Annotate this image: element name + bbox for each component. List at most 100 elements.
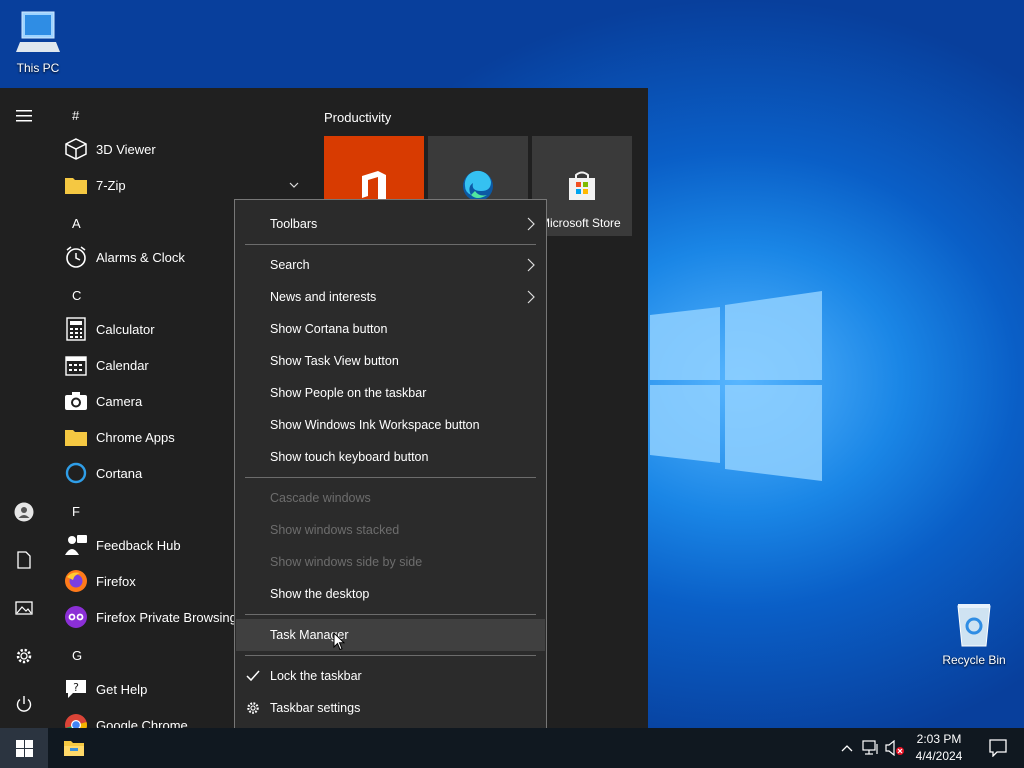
network-tray-button[interactable] — [861, 738, 881, 758]
menu-item-news-and-interests[interactable]: News and interests — [236, 281, 545, 313]
menu-separator — [245, 655, 536, 656]
taskbar-file-explorer[interactable] — [50, 728, 98, 768]
menu-item-label: Show windows stacked — [270, 523, 400, 537]
file-explorer-icon — [64, 741, 84, 756]
notification-icon — [989, 739, 1007, 757]
app-name: Chrome Apps — [96, 429, 175, 445]
user-icon — [14, 502, 34, 522]
pictures-icon — [15, 601, 33, 615]
power-icon — [16, 696, 32, 712]
app-item-3d-viewer[interactable]: 3D Viewer — [62, 131, 302, 167]
letter-header[interactable]: G — [72, 648, 82, 663]
app-name: 3D Viewer — [96, 141, 156, 157]
app-name: Camera — [96, 393, 143, 409]
network-icon — [862, 740, 878, 755]
menu-item-label: Taskbar settings — [270, 701, 361, 715]
cortana-icon — [62, 459, 90, 487]
tile-group-title: Productivity — [324, 110, 392, 125]
document-icon — [17, 551, 31, 569]
menu-item-show-touch-keyboard[interactable]: Show touch keyboard button — [236, 441, 545, 473]
feedback-hub-icon — [62, 531, 90, 559]
app-name: 7-Zip — [96, 177, 126, 193]
menu-item-label: Show Windows Ink Workspace button — [270, 418, 480, 432]
letter-header[interactable]: A — [72, 216, 81, 231]
menu-item-search[interactable]: Search — [236, 249, 545, 281]
chevron-right-icon — [527, 258, 535, 272]
chevron-right-icon — [527, 217, 535, 231]
show-hidden-icons-button[interactable] — [837, 738, 857, 758]
gear-icon — [247, 702, 259, 714]
app-name: Cortana — [96, 465, 143, 481]
power-button[interactable] — [0, 684, 48, 724]
app-name: Calendar — [96, 357, 149, 373]
menu-item-label: Cascade windows — [270, 491, 371, 505]
menu-separator — [245, 614, 536, 615]
desktop-icon-label: Recycle Bin — [942, 653, 1006, 667]
volume-muted-icon — [885, 740, 904, 756]
get-help-icon: ? — [62, 675, 90, 703]
firefox-private-icon — [62, 603, 90, 631]
letter-header[interactable]: # — [72, 108, 79, 123]
menu-item-toolbars[interactable]: Toolbars — [236, 208, 545, 240]
desktop-icon-label: This PC — [16, 61, 60, 75]
app-name: Firefox — [96, 573, 136, 589]
clock-time: 2:03 PM — [916, 732, 962, 746]
windows-logo-icon — [15, 739, 33, 757]
menu-item-label: Show Task View button — [270, 354, 399, 368]
computer-icon — [16, 11, 60, 52]
volume-tray-button[interactable] — [885, 738, 905, 758]
menu-item-label: Search — [270, 258, 310, 272]
menu-item-taskbar-settings[interactable]: Taskbar settings — [236, 692, 545, 724]
firefox-icon — [62, 567, 90, 595]
store-icon — [569, 171, 595, 200]
clock-date: 4/4/2024 — [915, 749, 963, 763]
chrome-icon — [62, 711, 90, 728]
expand-menu-button[interactable] — [0, 96, 48, 136]
user-account-button[interactable] — [0, 492, 48, 532]
app-name: Get Help — [96, 681, 148, 697]
app-name: Alarms & Clock — [96, 249, 185, 265]
desktop-icon-recycle-bin[interactable]: Recycle Bin — [936, 600, 1012, 667]
settings-button[interactable] — [0, 636, 48, 676]
menu-item-label: Show touch keyboard button — [270, 450, 429, 464]
gear-icon — [16, 648, 32, 664]
app-name: Calculator — [96, 321, 155, 337]
pictures-button[interactable] — [0, 588, 48, 628]
menu-item-show-windows-stacked: Show windows stacked — [236, 514, 545, 546]
taskbar: 2:03 PM 4/4/2024 — [0, 728, 1024, 768]
letter-header[interactable]: F — [72, 504, 80, 519]
desktop-icon-this-pc[interactable]: This PC — [0, 8, 76, 75]
hamburger-icon — [16, 110, 32, 122]
menu-item-label: Show People on the taskbar — [270, 386, 427, 400]
chevron-up-icon — [841, 745, 853, 752]
start-rail — [0, 88, 48, 728]
documents-button[interactable] — [0, 540, 48, 580]
menu-item-cascade-windows: Cascade windows — [236, 482, 545, 514]
taskbar-clock[interactable]: 2:03 PM 4/4/2024 — [904, 731, 974, 765]
menu-item-task-manager[interactable]: Task Manager — [236, 619, 545, 651]
letter-header[interactable]: C — [72, 288, 81, 303]
chevron-right-icon — [527, 290, 535, 304]
svg-text:?: ? — [73, 681, 79, 694]
menu-item-label: Show windows side by side — [270, 555, 423, 569]
menu-item-show-the-desktop[interactable]: Show the desktop — [236, 578, 545, 610]
menu-item-show-cortana-button[interactable]: Show Cortana button — [236, 313, 545, 345]
alarm-clock-icon — [62, 243, 90, 271]
menu-item-label: News and interests — [270, 290, 377, 304]
tile-microsoft-store[interactable]: Microsoft Store — [532, 136, 632, 236]
menu-item-show-windows-side-by-side: Show windows side by side — [236, 546, 545, 578]
menu-item-show-task-view-button[interactable]: Show Task View button — [236, 345, 545, 377]
menu-separator — [245, 477, 536, 478]
action-center-button[interactable] — [976, 728, 1020, 768]
app-item-7zip[interactable]: 7-Zip — [62, 167, 302, 203]
menu-item-show-ink-workspace[interactable]: Show Windows Ink Workspace button — [236, 409, 545, 441]
menu-item-show-people[interactable]: Show People on the taskbar — [236, 377, 545, 409]
wallpaper-windows-logo — [650, 291, 822, 481]
app-name: Google Chrome — [96, 717, 188, 729]
app-name: Feedback Hub — [96, 537, 181, 553]
app-name: Firefox Private Browsing — [96, 609, 237, 625]
chevron-down-icon[interactable] — [289, 181, 299, 189]
start-button[interactable] — [0, 728, 48, 768]
folder-icon — [62, 423, 90, 451]
menu-item-lock-the-taskbar[interactable]: Lock the taskbar — [236, 660, 545, 692]
